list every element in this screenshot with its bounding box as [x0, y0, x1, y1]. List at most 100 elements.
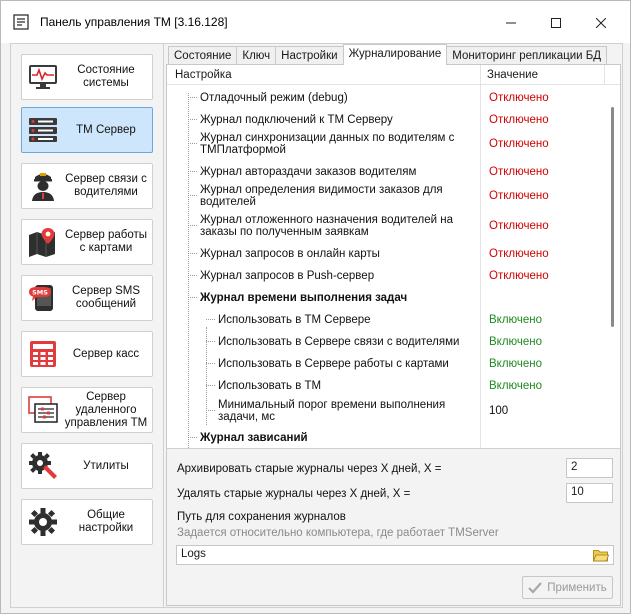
vertical-scrollbar[interactable]	[606, 85, 620, 448]
setting-name: Журнал подключений к ТМ Серверу	[200, 114, 393, 126]
tree-connector	[206, 410, 215, 411]
sidebar-item-label: Общие настройки	[78, 509, 134, 534]
sidebar-item-utilities[interactable]: Утилиты	[21, 443, 153, 489]
log-path-input[interactable]: Logs	[176, 545, 614, 565]
maximize-icon	[551, 18, 561, 28]
grid-row[interactable]: Использовать в Сервере связи с водителям…	[167, 335, 607, 351]
maximize-button[interactable]	[536, 9, 576, 37]
delete-days-label: Удалять старые журналы через X дней, X =	[177, 488, 411, 500]
group-name: Журнал зависаний	[200, 432, 308, 444]
tree-connector	[188, 171, 197, 172]
tree-connector	[206, 319, 215, 320]
grid-row[interactable]: Минимальный порог времени выполнения зад…	[167, 398, 607, 426]
cash-register-icon	[22, 332, 64, 376]
sidebar-item-general-settings[interactable]: Общие настройки	[21, 499, 153, 545]
map-icon	[22, 220, 64, 264]
tree-connector	[188, 275, 197, 276]
grid-row[interactable]: Использовать в Сервере работы с картами …	[167, 357, 607, 373]
tab-logging[interactable]: Журналирование	[342, 44, 448, 65]
tree-connector	[206, 363, 215, 364]
close-button[interactable]	[581, 9, 621, 37]
grid-row[interactable]: Журнал подключений к ТМ Серверу Отключен…	[167, 113, 607, 129]
sidebar-item-label: Сервер связи с водителями	[65, 173, 147, 198]
sidebar-item-tm-server[interactable]: ТМ Сервер	[21, 107, 153, 153]
setting-name: Журнал запросов в Push-сервер	[200, 270, 375, 282]
setting-name: Журнал запросов в онлайн карты	[200, 248, 380, 260]
utilities-icon	[22, 444, 64, 488]
setting-value[interactable]: 100	[489, 405, 508, 417]
setting-name: Журнал синхронизации данных по водителям…	[200, 132, 455, 156]
folder-icon	[593, 549, 609, 561]
setting-name: Отладочный режим (debug)	[200, 92, 348, 104]
grid-row[interactable]: Журнал синхронизации данных по водителям…	[167, 131, 607, 159]
minimize-button[interactable]	[491, 9, 531, 37]
delete-days-input[interactable]: 10	[566, 483, 613, 503]
setting-value[interactable]: Отключено	[489, 114, 549, 126]
grid-group-row[interactable]: Журнал времени выполнения задач	[167, 291, 607, 307]
setting-value[interactable]: Отключено	[489, 92, 549, 104]
setting-value[interactable]: Включено	[489, 336, 542, 348]
setting-name: Журнал определения видимости заказов для…	[200, 184, 443, 208]
setting-value[interactable]: Включено	[489, 380, 542, 392]
tree-connector	[188, 119, 197, 120]
grid-row[interactable]: Журнал отложенного назначения водителей …	[167, 213, 607, 241]
tab-settings[interactable]: Настройки	[275, 46, 344, 65]
sidebar-item-cash-server[interactable]: Сервер касс	[21, 331, 153, 377]
setting-name: Использовать в ТМ Сервере	[218, 314, 371, 326]
system-status-icon	[22, 55, 64, 99]
header-divider	[604, 65, 605, 85]
column-header-setting[interactable]: Настройка	[175, 69, 232, 81]
gear-icon	[22, 500, 64, 544]
sidebar-item-map-server[interactable]: Сервер работы с картами	[21, 219, 153, 265]
setting-value[interactable]: Отключено	[489, 248, 549, 260]
setting-value[interactable]: Отключено	[489, 270, 549, 282]
grid-group-row[interactable]: Журнал зависаний	[167, 431, 607, 447]
tree-connector	[206, 385, 215, 386]
apply-button[interactable]: Применить	[522, 576, 613, 599]
archive-days-label: Архивировать старые журналы через X дней…	[177, 463, 442, 475]
sidebar-item-label: Сервер удаленного управления ТМ	[64, 390, 148, 429]
remote-control-icon	[22, 388, 64, 432]
archive-days-input[interactable]: 2	[566, 458, 613, 478]
sidebar-item-label: Сервер работы с картами	[64, 229, 148, 254]
logging-tab-panel: Настройка Значение Отладочный режим (deb…	[166, 64, 621, 606]
tab-db-replication[interactable]: Мониторинг репликации БД	[446, 46, 608, 65]
close-icon	[596, 18, 606, 28]
grid-row[interactable]: Журнал автораздачи заказов водителям Отк…	[167, 165, 607, 181]
setting-value[interactable]: Отключено	[489, 190, 549, 202]
driver-icon	[22, 164, 64, 208]
grid-row[interactable]: Журнал запросов в онлайн карты Отключено	[167, 247, 607, 263]
scrollbar-thumb[interactable]	[611, 107, 614, 327]
setting-name: Журнал отложенного назначения водителей …	[200, 214, 453, 238]
tree-connector	[188, 253, 197, 254]
grid-row[interactable]: Отладочный режим (debug) Отключено	[167, 91, 607, 107]
minimize-icon	[506, 22, 516, 24]
log-path-value: Logs	[181, 548, 206, 560]
grid-row[interactable]: Использовать в ТМ Включено	[167, 379, 607, 395]
window-title: Панель управления ТМ [3.16.128]	[40, 15, 228, 29]
tree-connector	[188, 97, 197, 98]
column-header-value[interactable]: Значение	[487, 69, 538, 81]
tab-key[interactable]: Ключ	[236, 46, 277, 65]
grid-header: Настройка Значение	[167, 65, 620, 85]
tree-connector	[188, 143, 197, 144]
sidebar-item-label: Сервер SMS сообщений	[72, 285, 140, 310]
sidebar-item-sms-server[interactable]: SMS Сервер SMS сообщений	[21, 275, 153, 321]
apply-button-label: Применить	[547, 581, 607, 594]
setting-value[interactable]: Отключено	[489, 220, 549, 232]
sidebar-item-label: ТМ Сервер	[76, 123, 136, 136]
setting-value[interactable]: Включено	[489, 358, 542, 370]
sidebar-item-driver-server[interactable]: Сервер связи с водителями	[21, 163, 153, 209]
setting-value[interactable]: Включено	[489, 314, 542, 326]
sidebar-item-remote-control-server[interactable]: Сервер удаленного управления ТМ	[21, 387, 153, 433]
setting-name: Использовать в ТМ	[218, 380, 322, 392]
grid-row[interactable]: Журнал запросов в Push-сервер Отключено	[167, 269, 607, 285]
sidebar-item-system-status[interactable]: Состояние системы	[21, 54, 153, 100]
setting-value[interactable]: Отключено	[489, 138, 549, 150]
grid-row[interactable]: Использовать в ТМ Сервере Включено	[167, 313, 607, 329]
tab-status[interactable]: Состояние	[168, 46, 238, 65]
browse-folder-button[interactable]	[592, 547, 610, 563]
setting-name: Журнал автораздачи заказов водителям	[200, 166, 417, 178]
grid-row[interactable]: Журнал определения видимости заказов для…	[167, 183, 607, 211]
setting-value[interactable]: Отключено	[489, 166, 549, 178]
